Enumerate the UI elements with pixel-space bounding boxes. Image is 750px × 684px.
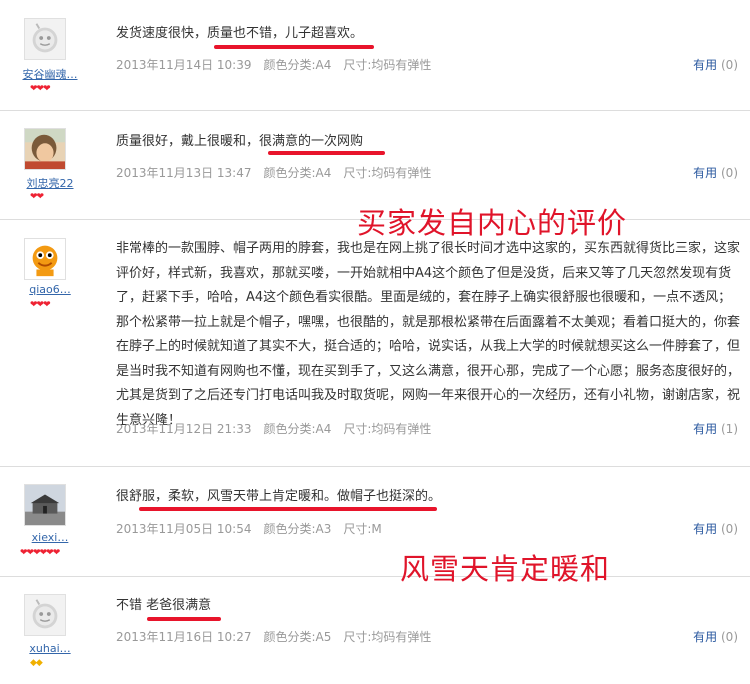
username-link[interactable]: 安谷幽魂… bbox=[12, 66, 88, 82]
default-avatar-icon[interactable] bbox=[24, 18, 66, 60]
useful-count: (0) bbox=[721, 630, 738, 644]
review-text: 不错 老爸很满意 bbox=[116, 598, 212, 613]
useful-button[interactable]: 有用 (0) bbox=[693, 56, 738, 73]
review-size: 尺寸:均码有弹性 bbox=[343, 422, 432, 436]
review-size: 尺寸:均码有弹性 bbox=[343, 58, 432, 72]
review-meta: 2013年11月05日 10:54 颜色分类:A3 尺寸:M bbox=[116, 520, 394, 537]
review-meta: 2013年11月14日 10:39 颜色分类:A4 尺寸:均码有弹性 bbox=[116, 56, 443, 73]
review-size: 尺寸:M bbox=[343, 522, 382, 536]
review-date: 2013年11月14日 10:39 bbox=[116, 58, 252, 72]
username-link[interactable]: 刘忠亮22 bbox=[12, 175, 88, 191]
review-meta: 2013年11月12日 21:33 颜色分类:A4 尺寸:均码有弹性 bbox=[116, 420, 443, 437]
useful-label: 有用 bbox=[693, 422, 718, 436]
review-color: 颜色分类:A5 bbox=[263, 630, 332, 644]
useful-label: 有用 bbox=[693, 522, 718, 536]
username-link[interactable]: xiexi… bbox=[12, 531, 88, 544]
review-text: 很舒服，柔软，风雪天带上肯定暖和。做帽子也挺深的。 bbox=[116, 489, 442, 504]
review-date: 2013年11月13日 13:47 bbox=[116, 166, 252, 180]
review-text: 质量很好，戴上很暖和，很满意的一次网购 bbox=[116, 134, 364, 149]
useful-button[interactable]: 有用 (1) bbox=[693, 420, 738, 437]
highlight-underline bbox=[268, 151, 385, 155]
useful-button[interactable]: 有用 (0) bbox=[693, 164, 738, 181]
review-color: 颜色分类:A4 bbox=[263, 58, 332, 72]
building-photo-icon[interactable] bbox=[24, 484, 66, 526]
annotation-text: 风雪天肯定暖和 bbox=[400, 552, 611, 586]
review-date: 2013年11月12日 21:33 bbox=[116, 422, 252, 436]
review-date: 2013年11月05日 10:54 bbox=[116, 522, 252, 536]
buyer-rank-icon: ❤❤❤ bbox=[30, 300, 51, 310]
review-divider bbox=[0, 576, 750, 577]
review-text: 发货速度很快，质量也不错，儿子超喜欢。 bbox=[116, 26, 364, 41]
highlight-underline bbox=[147, 617, 221, 621]
useful-count: (0) bbox=[721, 166, 738, 180]
useful-count: (1) bbox=[721, 422, 738, 436]
annotation-text: 买家发自内心的评价 bbox=[357, 206, 628, 240]
useful-count: (0) bbox=[721, 522, 738, 536]
useful-count: (0) bbox=[721, 58, 738, 72]
username-link[interactable]: xuhai… bbox=[12, 642, 88, 655]
review-color: 颜色分类:A3 bbox=[263, 522, 332, 536]
buyer-rank-icon: ❤❤❤ bbox=[30, 84, 51, 94]
buyer-rank-icon: ❤❤❤❤❤❤ bbox=[20, 548, 60, 558]
review-meta: 2013年11月16日 10:27 颜色分类:A5 尺寸:均码有弹性 bbox=[116, 628, 443, 645]
useful-label: 有用 bbox=[693, 166, 718, 180]
review-meta: 2013年11月13日 13:47 颜色分类:A4 尺寸:均码有弹性 bbox=[116, 164, 443, 181]
review-text: 非常棒的一款围脖、帽子两用的脖套，我也是在网上挑了很长时间才选中这家的，买东西就… bbox=[116, 241, 741, 428]
buyer-rank-icon: ❤❤ bbox=[30, 192, 44, 202]
review-date: 2013年11月16日 10:27 bbox=[116, 630, 252, 644]
review-color: 颜色分类:A4 bbox=[263, 166, 332, 180]
buyer-rank-icon: ◆◆ bbox=[30, 658, 43, 668]
orange-cartoon-avatar-icon[interactable] bbox=[24, 238, 66, 280]
useful-button[interactable]: 有用 (0) bbox=[693, 628, 738, 645]
user-photo-icon[interactable] bbox=[24, 128, 66, 170]
highlight-underline bbox=[214, 45, 374, 49]
review-size: 尺寸:均码有弹性 bbox=[343, 630, 432, 644]
highlight-underline bbox=[139, 507, 437, 511]
useful-label: 有用 bbox=[693, 58, 718, 72]
useful-button[interactable]: 有用 (0) bbox=[693, 520, 738, 537]
review-divider bbox=[0, 110, 750, 111]
review-size: 尺寸:均码有弹性 bbox=[343, 166, 432, 180]
default-avatar-icon[interactable] bbox=[24, 594, 66, 636]
review-color: 颜色分类:A4 bbox=[263, 422, 332, 436]
review-divider bbox=[0, 466, 750, 467]
username-link[interactable]: qiao6… bbox=[12, 283, 88, 296]
useful-label: 有用 bbox=[693, 630, 718, 644]
